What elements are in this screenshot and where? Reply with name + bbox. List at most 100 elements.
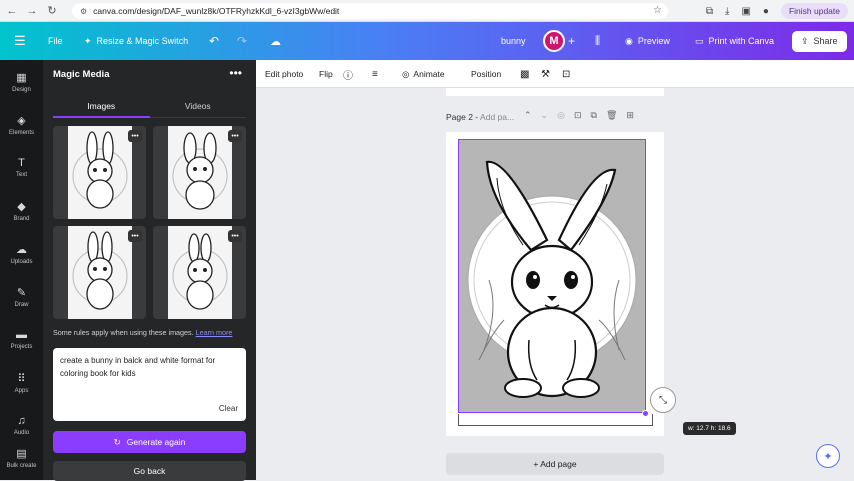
panel-title: Magic Media [53, 69, 110, 80]
hide-page-icon[interactable]: ◎ [557, 110, 565, 121]
nav-design[interactable]: ▦ Design [0, 60, 43, 103]
go-back-button[interactable]: Go back [53, 461, 246, 481]
nav-uploads[interactable]: ☁ Uploads [0, 232, 43, 275]
nav-text[interactable]: T Text [0, 146, 43, 189]
tab-videos[interactable]: Videos [150, 94, 247, 117]
design-page[interactable] [446, 132, 664, 436]
nav-audio[interactable]: ♫ Audio [0, 404, 43, 447]
upload-cloud-icon: ☁ [16, 243, 27, 256]
page-label[interactable]: Page 2 - Add pa... [446, 112, 514, 122]
menu-icon[interactable]: ☰ [14, 22, 26, 60]
undo-icon[interactable]: ↶ [209, 22, 219, 60]
print-with-canva-button[interactable]: ▭ Print with Canva [695, 22, 774, 60]
generated-image-1[interactable]: ••• [53, 126, 146, 219]
image-options-icon[interactable]: ••• [128, 230, 142, 242]
page-number: Page 2 - [446, 112, 479, 122]
reload-icon[interactable]: ↻ [44, 3, 60, 19]
address-bar[interactable]: ⚙ canva.com/design/DAF_wunlz8k/OTFRyhzkK… [72, 3, 668, 19]
share-button[interactable]: ⇪ Share [792, 30, 847, 52]
site-info-icon[interactable]: ⚙ [80, 7, 87, 16]
elements-icon: ◈ [17, 114, 26, 127]
add-page-button[interactable]: + Add page [446, 453, 664, 475]
bunny-illustration-icon [72, 231, 127, 310]
move-down-icon[interactable]: ⌄ [541, 110, 549, 121]
resize-label: Resize & Magic Switch [96, 36, 189, 46]
profile-icon[interactable]: ● [763, 6, 769, 17]
resize-magic-switch-button[interactable]: ✦ Resize & Magic Switch [84, 22, 188, 60]
lock-icon[interactable]: ⊡ [562, 60, 570, 88]
generated-image-2[interactable]: ••• [153, 126, 246, 219]
generated-image-3[interactable]: ••• [53, 226, 146, 319]
text-icon: T [18, 157, 25, 169]
move-up-icon[interactable]: ⌃ [524, 110, 532, 121]
add-page-icon[interactable]: ⊞ [626, 110, 634, 121]
animate-label: Animate [413, 69, 445, 79]
folder-icon: ▬ [16, 329, 27, 341]
canvas-area: Page 2 - Add pa... ⌃ ⌄ ◎ ⊡ ⧉ 🗑 ⊞ ⤡ w: 12… [256, 88, 854, 480]
animate-icon: ◎ [402, 68, 410, 79]
animate-button[interactable]: ◎ Animate [402, 60, 445, 88]
finish-update-button[interactable]: Finish update [780, 3, 848, 19]
nav-bulk-create[interactable]: ▤ Bulk create [0, 447, 43, 477]
generate-again-button[interactable]: ↻ Generate again [53, 431, 246, 453]
pen-icon: ✎ [16, 286, 27, 299]
browser-bar: ← → ↻ ⚙ canva.com/design/DAF_wunlz8k/OTF… [0, 0, 854, 22]
delete-page-icon[interactable]: 🗑 [606, 110, 617, 121]
extensions-icon[interactable]: ⧉ [706, 6, 713, 17]
share-button-wrap[interactable]: ⇪ Share [792, 22, 847, 60]
browser-toolbar-icons: ⧉ ⤓ ▣ ● Finish update [706, 0, 854, 22]
user-avatar-wrap[interactable]: M [543, 22, 565, 60]
transparency-icon[interactable]: ▩ [520, 60, 529, 88]
print-label: Print with Canva [708, 36, 775, 46]
nav-draw[interactable]: ✎ Draw [0, 275, 43, 318]
nav-apps[interactable]: ⠿ Apps [0, 361, 43, 404]
page-title-placeholder[interactable]: Add pa... [480, 112, 514, 122]
image-options-icon[interactable]: ••• [228, 130, 242, 142]
learn-more-link[interactable]: Learn more [196, 328, 233, 337]
apps-grid-icon: ⠿ [17, 372, 26, 385]
magic-assistant-icon[interactable]: ✦ [816, 444, 840, 468]
nav-projects[interactable]: ▬ Projects [0, 318, 43, 361]
document-title[interactable]: bunny [501, 22, 526, 60]
generated-image-4[interactable]: ••• [153, 226, 246, 319]
preview-label: Preview [637, 36, 670, 46]
forward-arrow-icon[interactable]: → [24, 3, 40, 19]
editor-topbar: ☰ File ✦ Resize & Magic Switch ↶ ↷ ☁ bun… [0, 22, 854, 60]
prompt-text: create a bunny in balck and white format… [60, 356, 216, 378]
preview-button[interactable]: ◉ Preview [625, 22, 670, 60]
lock-page-icon[interactable]: ⊡ [574, 110, 582, 121]
download-icon[interactable]: ⤓ [725, 6, 729, 17]
border-style-icon[interactable]: ≡ [372, 60, 378, 88]
truck-icon: ▭ [695, 35, 704, 46]
more-options-icon[interactable]: ••• [229, 66, 242, 80]
cloud-save-icon[interactable]: ☁ [270, 22, 281, 60]
file-menu[interactable]: File [48, 22, 63, 60]
clear-button[interactable]: Clear [219, 402, 238, 415]
frame-outline [458, 414, 653, 426]
prompt-textarea[interactable]: create a bunny in balck and white format… [53, 348, 246, 421]
info-icon[interactable]: ⓘ [343, 60, 353, 88]
image-options-icon[interactable]: ••• [228, 230, 242, 242]
nav-elements[interactable]: ◈ Elements [0, 103, 43, 146]
context-toolbar: Edit photo Flip ⓘ ≡ ◎ Animate Position ▩… [256, 60, 854, 88]
insights-chart-icon[interactable]: ⫼ [595, 22, 600, 60]
duplicate-page-icon[interactable]: ⧉ [591, 110, 597, 121]
copy-style-icon[interactable]: ⚒ [541, 60, 550, 88]
edit-photo-button[interactable]: Edit photo [265, 60, 303, 88]
nav-brand[interactable]: ◆ Brand [0, 189, 43, 232]
selected-bunny-image[interactable] [458, 139, 646, 413]
image-options-icon[interactable]: ••• [128, 130, 142, 142]
url-text: canva.com/design/DAF_wunlz8k/OTFRyhzkKdl… [93, 6, 340, 16]
tab-images[interactable]: Images [53, 94, 150, 118]
share-label: Share [813, 36, 838, 46]
position-button[interactable]: Position [471, 60, 501, 88]
page-tools: ⌃ ⌄ ◎ ⊡ ⧉ 🗑 ⊞ [524, 110, 634, 121]
back-arrow-icon[interactable]: ← [4, 3, 20, 19]
add-collaborator-icon[interactable]: + [568, 22, 575, 60]
sidebar-icon[interactable]: ▣ [741, 6, 750, 17]
bookmark-star-icon[interactable]: ☆ [653, 5, 662, 16]
redo-icon[interactable]: ↷ [237, 22, 247, 60]
flip-button[interactable]: Flip [319, 60, 333, 88]
avatar[interactable]: M [543, 30, 565, 52]
magic-media-panel: Magic Media ••• Images Videos ••• ••• ••… [43, 60, 256, 481]
